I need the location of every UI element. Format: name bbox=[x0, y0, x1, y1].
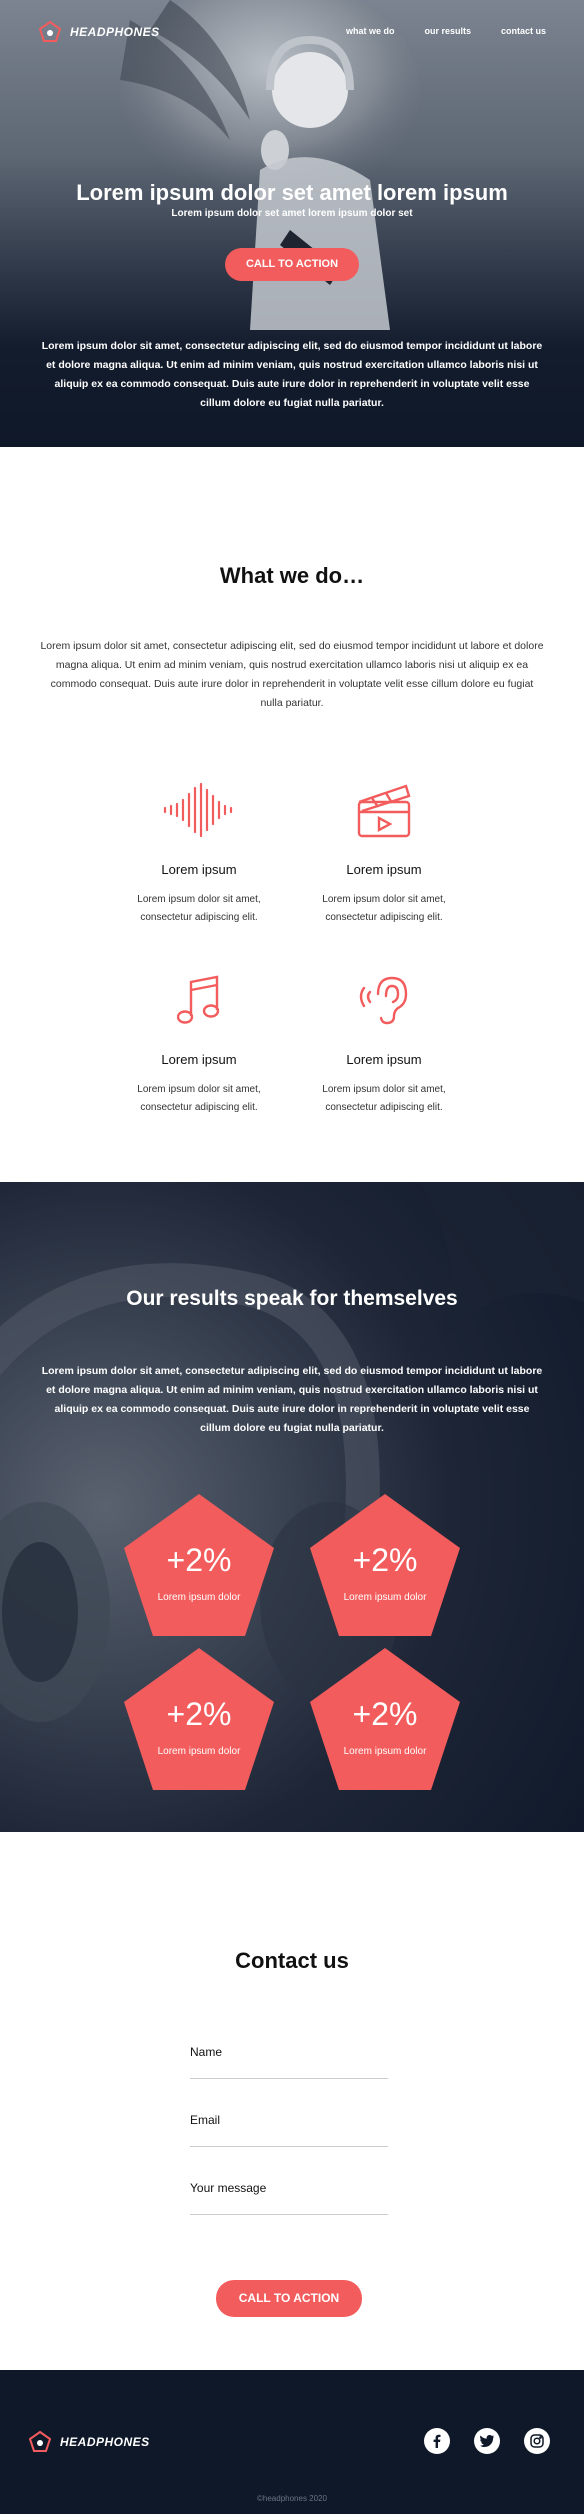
name-field-label: Name bbox=[190, 2045, 223, 2059]
nav-contact-us[interactable]: contact us bbox=[501, 26, 546, 36]
feature-desc: Lorem ipsum dolor sit amet, consectetur … bbox=[322, 1084, 446, 1113]
sound-wave-icon bbox=[119, 778, 279, 842]
instagram-icon[interactable] bbox=[524, 2428, 550, 2454]
hero-text: Lorem ipsum dolor sit amet, consectetur … bbox=[41, 340, 543, 409]
pentagon-logo-icon bbox=[38, 20, 62, 42]
feature-title: Lorem ipsum bbox=[161, 1052, 237, 1067]
stat-label: Lorem ipsum dolor bbox=[343, 1746, 427, 1757]
email-field[interactable]: Email bbox=[190, 2113, 388, 2147]
clapperboard-icon bbox=[304, 778, 464, 842]
feature-item: Lorem ipsum Lorem ipsum dolor sit amet, … bbox=[304, 968, 464, 1117]
stat-value: +2% bbox=[352, 1696, 418, 1732]
stat-pentagon: +2% Lorem ipsum dolor bbox=[310, 1648, 460, 1790]
footer-logo[interactable]: HEADPHONES bbox=[28, 2430, 150, 2454]
contact-title: Contact us bbox=[235, 1948, 349, 1973]
feature-item: Lorem ipsum Lorem ipsum dolor sit amet, … bbox=[304, 778, 464, 927]
hero-section: HEADPHONES what we do our results contac… bbox=[0, 0, 584, 447]
top-nav: HEADPHONES what we do our results contac… bbox=[0, 20, 584, 44]
feature-title: Lorem ipsum bbox=[161, 862, 237, 877]
nav-our-results[interactable]: our results bbox=[424, 26, 471, 36]
results-text: Lorem ipsum dolor sit amet, consectetur … bbox=[41, 1365, 543, 1434]
logo-text: HEADPHONES bbox=[70, 25, 160, 39]
hero-cta-button[interactable]: CALL TO ACTION bbox=[225, 248, 359, 281]
name-field[interactable]: Name bbox=[190, 2045, 388, 2079]
logo[interactable]: HEADPHONES bbox=[38, 20, 160, 44]
pentagon-logo-icon bbox=[28, 2430, 52, 2452]
contact-cta-button[interactable]: CALL TO ACTION bbox=[216, 2280, 362, 2317]
what-we-do-title: What we do… bbox=[219, 563, 365, 588]
stat-pentagon: +2% Lorem ipsum dolor bbox=[310, 1494, 460, 1636]
stat-label: Lorem ipsum dolor bbox=[157, 1746, 241, 1757]
email-field-label: Email bbox=[190, 2113, 221, 2127]
stat-pentagon: +2% Lorem ipsum dolor bbox=[124, 1494, 274, 1636]
feature-desc: Lorem ipsum dolor sit amet, consectetur … bbox=[322, 894, 446, 923]
results-title: Our results speak for themselves bbox=[126, 1287, 458, 1310]
hero-title: Lorem ipsum dolor set amet lorem ipsum bbox=[76, 180, 508, 205]
feature-title: Lorem ipsum bbox=[346, 1052, 422, 1067]
stat-label: Lorem ipsum dolor bbox=[157, 1592, 241, 1603]
stat-pentagon: +2% Lorem ipsum dolor bbox=[124, 1648, 274, 1790]
nav-what-we-do[interactable]: what we do bbox=[346, 26, 395, 36]
twitter-icon[interactable] bbox=[474, 2428, 500, 2454]
feature-item: Lorem ipsum Lorem ipsum dolor sit amet, … bbox=[119, 778, 279, 927]
feature-item: Lorem ipsum Lorem ipsum dolor sit amet, … bbox=[119, 968, 279, 1117]
message-field-label: Your message bbox=[190, 2181, 267, 2195]
ear-icon bbox=[304, 968, 464, 1032]
facebook-icon[interactable] bbox=[424, 2428, 450, 2454]
nav-links: what we do our results contact us bbox=[346, 26, 546, 36]
stat-value: +2% bbox=[166, 1542, 232, 1578]
music-note-icon bbox=[119, 968, 279, 1032]
feature-desc: Lorem ipsum dolor sit amet, consectetur … bbox=[137, 894, 261, 923]
stat-value: +2% bbox=[166, 1696, 232, 1732]
copyright: ©headphones 2020 bbox=[257, 2494, 327, 2503]
footer: HEADPHONES ©headphones 2020 bbox=[0, 2370, 584, 2514]
results-background-image bbox=[0, 1182, 584, 1722]
hero-subtitle: Lorem ipsum dolor set amet lorem ipsum d… bbox=[171, 208, 413, 219]
footer-logo-text: HEADPHONES bbox=[60, 2435, 150, 2449]
message-field[interactable]: Your message bbox=[190, 2181, 388, 2215]
what-we-do-text: Lorem ipsum dolor sit amet, consectetur … bbox=[40, 640, 544, 709]
results-section: Our results speak for themselves Lorem i… bbox=[0, 1182, 584, 1832]
social-links bbox=[424, 2428, 550, 2454]
stat-label: Lorem ipsum dolor bbox=[343, 1592, 427, 1603]
stat-value: +2% bbox=[352, 1542, 418, 1578]
feature-title: Lorem ipsum bbox=[346, 862, 422, 877]
feature-desc: Lorem ipsum dolor sit amet, consectetur … bbox=[137, 1084, 261, 1113]
